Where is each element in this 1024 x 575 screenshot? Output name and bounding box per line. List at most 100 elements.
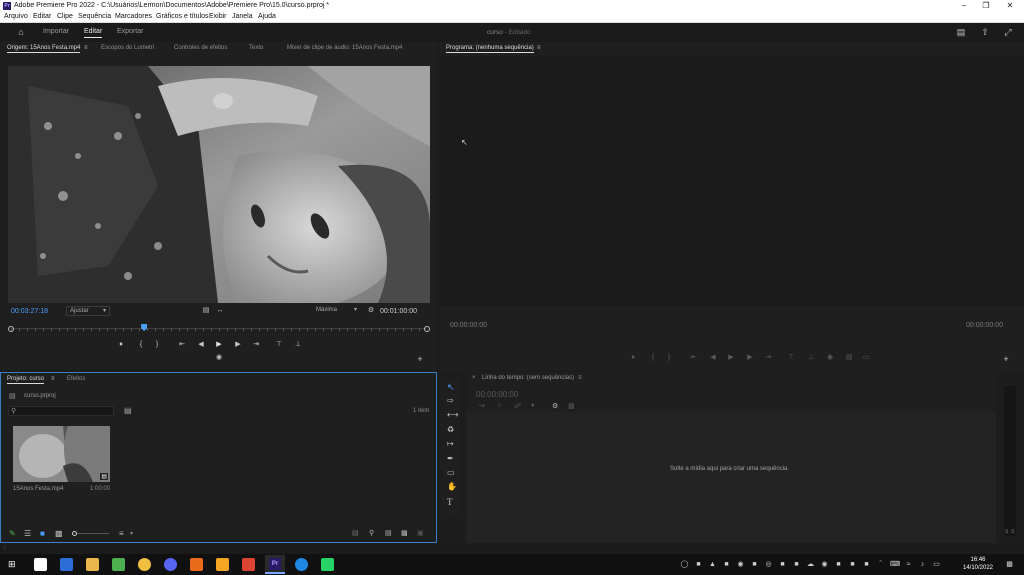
zoom-slider-handle[interactable] <box>72 531 77 536</box>
new-bin-icon[interactable]: ▤ <box>124 406 132 415</box>
menu-marcadores[interactable]: Marcadores <box>115 13 152 20</box>
app4-taskbar-icon[interactable] <box>295 558 308 571</box>
tray-app4-icon[interactable]: ◉ <box>736 560 745 569</box>
mail-taskbar-icon[interactable] <box>60 558 73 571</box>
out-handle[interactable] <box>424 326 430 332</box>
folder-taskbar-icon[interactable] <box>86 558 99 571</box>
slip-tool-icon[interactable]: ↦ <box>447 439 454 448</box>
find-icon[interactable]: ⚲ <box>369 529 374 537</box>
prog-camera-icon[interactable]: ◉ <box>825 354 835 362</box>
hand-tool-icon[interactable]: ✋ <box>447 482 457 491</box>
menu-graficos[interactable]: Gráficos e títulos <box>156 13 209 20</box>
prog-go-to-out-icon[interactable]: ⇥ <box>763 354 773 362</box>
battery-icon[interactable]: ▭ <box>932 560 941 569</box>
add-marker-icon[interactable]: ♦ <box>116 341 126 349</box>
source-scrub-bar[interactable] <box>8 324 430 334</box>
list-view-icon[interactable]: ☰ <box>24 529 31 538</box>
wifi-icon[interactable]: ≈ <box>904 560 913 569</box>
tray-app-icon[interactable]: ■ <box>694 560 703 569</box>
program-video-area[interactable] <box>440 56 1024 306</box>
tray-app8-icon[interactable]: ■ <box>792 560 801 569</box>
new-bin-bottom-icon[interactable]: ▤ <box>385 529 392 537</box>
camera-icon[interactable]: ◉ <box>214 354 224 362</box>
home-icon[interactable]: ⌂ <box>16 27 26 37</box>
workspace-editar[interactable]: Editar <box>84 28 103 38</box>
quality-select[interactable]: Máxima ▾ <box>316 306 360 316</box>
vr-view-icon[interactable]: ▭ <box>861 354 871 362</box>
track-select-tool-icon[interactable]: ⇨ <box>447 396 454 405</box>
snap-icon[interactable]: ∩ <box>497 402 502 409</box>
panel-menu-icon[interactable]: ≡ <box>537 45 541 51</box>
mark-out-icon[interactable]: } <box>152 341 162 349</box>
step-back-icon[interactable]: ◀ <box>196 341 206 349</box>
freeform-view-icon[interactable]: ▩ <box>55 529 63 538</box>
linked-selection-icon[interactable]: ☍ <box>514 402 521 410</box>
tray-app5-icon[interactable]: ■ <box>750 560 759 569</box>
premiere-taskbar-button[interactable]: Pr <box>265 555 285 574</box>
maximize-button[interactable]: ❐ <box>974 0 998 12</box>
fit-select[interactable]: Ajustar ▾ <box>66 306 110 316</box>
workspace-exportar[interactable]: Exportar <box>117 28 143 35</box>
clip-name[interactable]: 15Anos Festa.mp4 <box>13 486 63 492</box>
tab-programa[interactable]: Programa: (nenhuma sequência) <box>446 45 534 53</box>
volume-icon[interactable]: ♪ <box>918 560 927 569</box>
pencil-icon[interactable]: ✎ <box>9 529 16 538</box>
tab-linha-do-tempo[interactable]: Linha do tempo: (sem sequências) <box>482 375 574 381</box>
tray-xbox-icon[interactable]: ◯ <box>680 560 689 569</box>
sort-icon[interactable]: ≡ <box>119 529 124 538</box>
discord-taskbar-icon[interactable] <box>164 558 177 571</box>
solo-right[interactable]: S <box>1011 529 1014 535</box>
tray-chevron-icon[interactable]: ˆ <box>876 560 885 569</box>
tab-escopos[interactable]: Escopos do Lumetri <box>101 45 154 51</box>
source-video-frame[interactable] <box>8 66 430 303</box>
panel-menu-icon[interactable]: ≡ <box>578 375 582 381</box>
prog-play-icon[interactable]: ▶ <box>726 354 736 362</box>
type-tool-icon[interactable]: T <box>447 497 453 507</box>
rectangle-tool-icon[interactable]: ▭ <box>447 468 455 477</box>
add-button-icon[interactable]: + <box>415 355 425 364</box>
clock[interactable]: 16:46 14/10/2022 <box>958 556 998 574</box>
prog-step-forward-icon[interactable]: ▶ <box>745 354 755 362</box>
pen-tool-icon[interactable]: ✒ <box>447 454 454 463</box>
tray-app6-icon[interactable]: ◎ <box>764 560 773 569</box>
tray-app7-icon[interactable]: ■ <box>778 560 787 569</box>
go-to-out-icon[interactable]: ⇥ <box>251 341 261 349</box>
ripple-edit-tool-icon[interactable]: ⟷ <box>447 410 458 419</box>
solo-left[interactable]: S <box>1005 529 1008 535</box>
windows-start-icon[interactable]: ⊞ <box>8 559 16 570</box>
tray-keyboard-icon[interactable]: ⌨ <box>890 560 900 569</box>
clip-thumbnail[interactable]: ▤ <box>13 426 110 482</box>
close-tab-icon[interactable]: × <box>472 375 476 381</box>
fullscreen-icon[interactable]: ⤢ <box>1003 27 1013 37</box>
insert-icon[interactable]: ↔ <box>215 307 225 315</box>
mark-in-icon[interactable]: { <box>136 341 146 349</box>
menu-janela[interactable]: Janela <box>232 13 253 20</box>
clear-icon[interactable]: ▣ <box>417 529 424 537</box>
tab-mixer-audio[interactable]: Mixer de clipe de áudio: 15Anos Festa.mp… <box>287 45 402 51</box>
tab-projeto[interactable]: Projeto: curso <box>7 376 45 384</box>
tray-app12-icon[interactable]: ■ <box>848 560 857 569</box>
comparison-view-icon[interactable]: ▤ <box>844 354 854 362</box>
tab-controles-efeitos[interactable]: Controles de efeitos <box>174 45 227 51</box>
prog-mark-in-icon[interactable]: { <box>648 354 658 362</box>
whatsapp-taskbar-icon[interactable] <box>321 558 334 571</box>
tray-app10-icon[interactable]: ◉ <box>820 560 829 569</box>
tray-app11-icon[interactable]: ■ <box>834 560 843 569</box>
tab-texto[interactable]: Texto <box>249 45 263 51</box>
zoom-slider[interactable] <box>72 531 109 536</box>
vlc-taskbar-icon[interactable] <box>190 558 203 571</box>
menu-arquivo[interactable]: Arquivo <box>4 13 28 20</box>
menu-exibir[interactable]: Exibir <box>209 13 227 20</box>
prog-mark-out-icon[interactable]: } <box>664 354 674 362</box>
prog-add-button-icon[interactable]: + <box>1001 355 1011 364</box>
timeline-settings-icon[interactable]: ⚙ <box>552 402 558 410</box>
chrome-taskbar-icon[interactable] <box>138 558 151 571</box>
captions-icon[interactable]: ▩ <box>568 402 575 410</box>
tray-app2-icon[interactable]: ▲ <box>708 560 717 569</box>
workspace-layout-icon[interactable]: ▤ <box>956 27 966 37</box>
file-explorer-taskbar-icon[interactable] <box>34 558 47 571</box>
tab-efeitos[interactable]: Efeitos <box>67 376 85 382</box>
razor-tool-icon[interactable]: ♻ <box>447 425 454 434</box>
play-icon[interactable]: ▶ <box>214 341 224 349</box>
menu-sequencia[interactable]: Sequência <box>78 13 111 20</box>
